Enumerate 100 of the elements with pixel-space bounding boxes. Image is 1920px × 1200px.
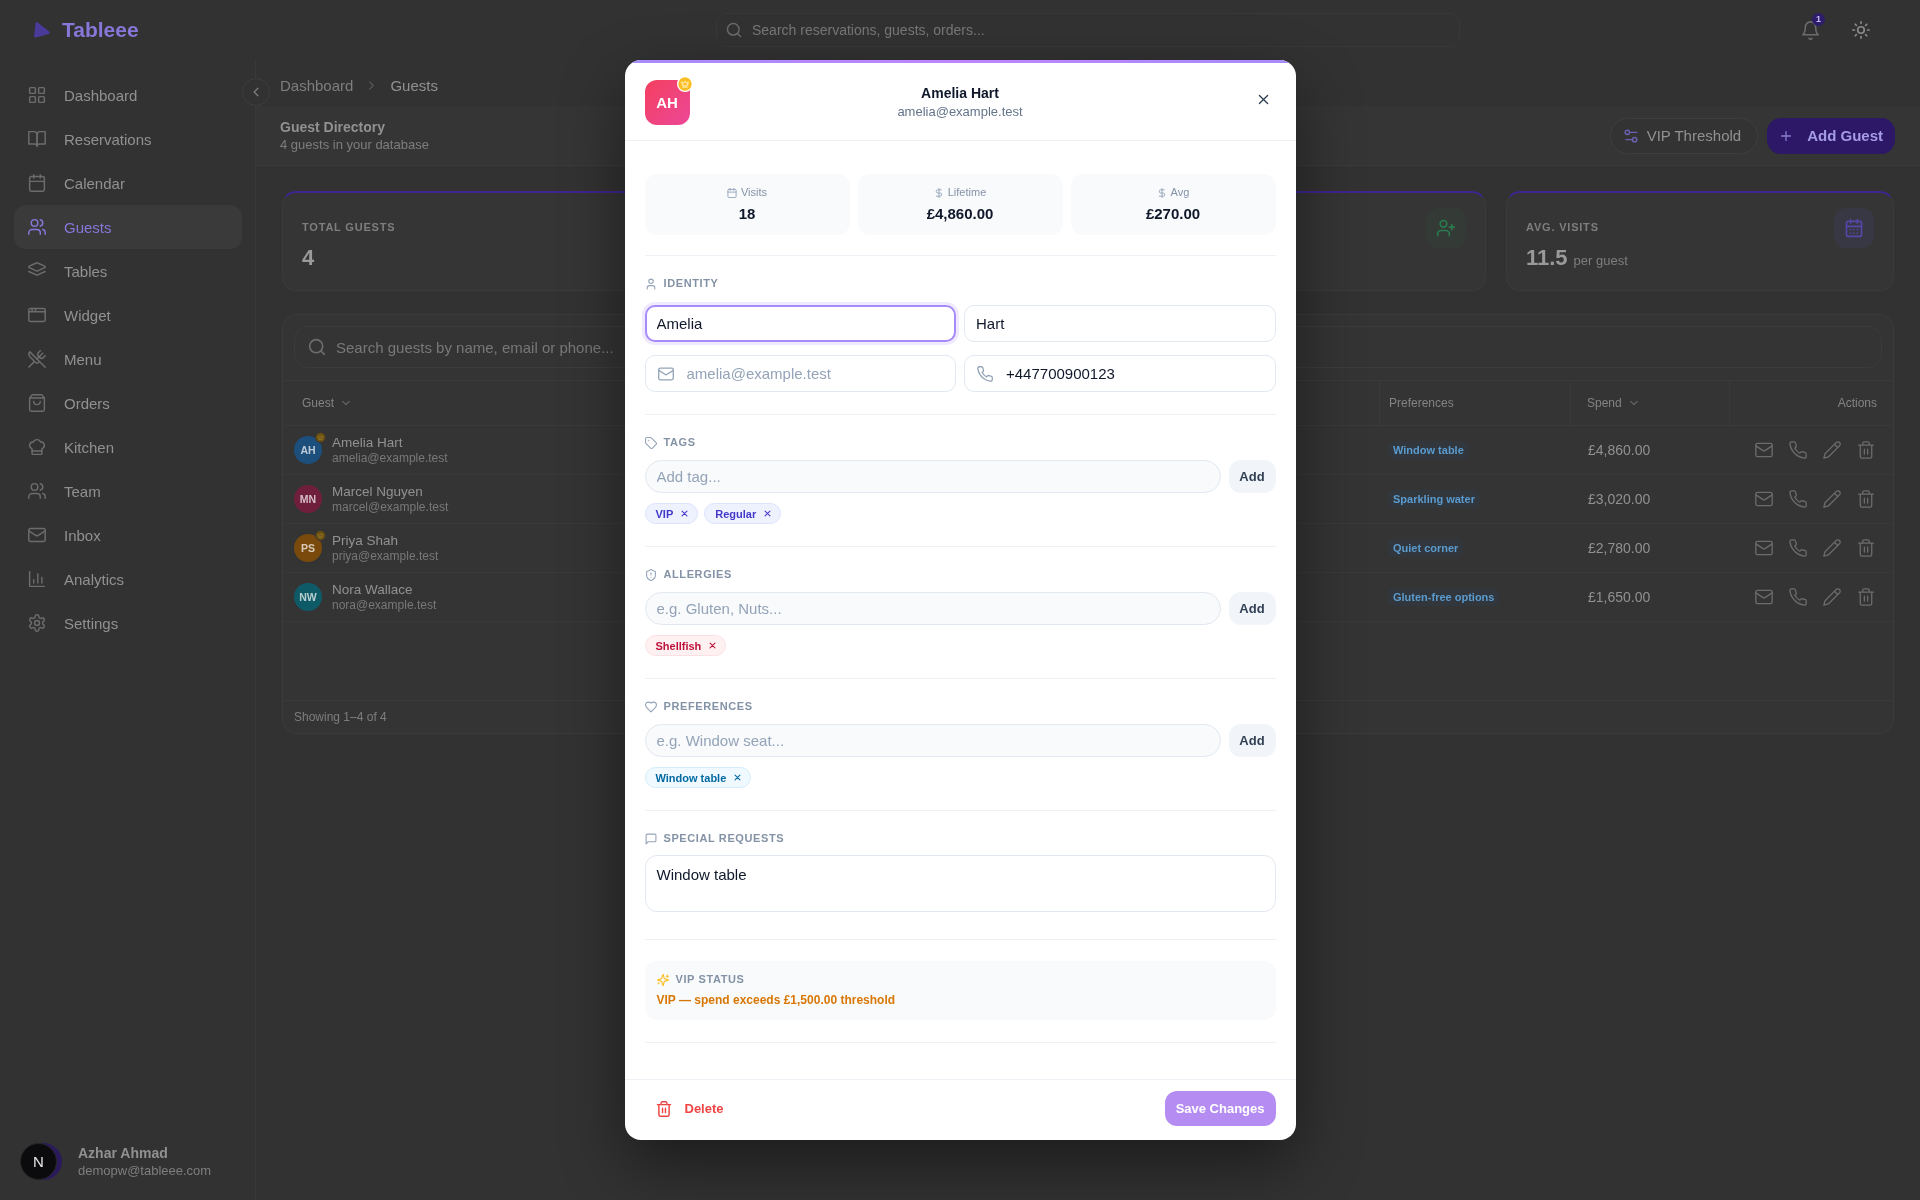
calendar-icon (28, 174, 46, 192)
sidebar-item[interactable]: Tables (14, 249, 242, 293)
trash-icon (1857, 588, 1875, 606)
search-field[interactable]: Search reservations, guests, orders... (716, 13, 1460, 47)
column-header[interactable]: Guest (302, 396, 352, 410)
stat-value: £4,860.00 (926, 205, 994, 223)
call-button[interactable] (1789, 490, 1807, 508)
breadcrumb-link[interactable]: Dashboard (280, 76, 354, 94)
add-button[interactable]: Add (1228, 460, 1276, 493)
stat-value: 11.5 (1526, 244, 1568, 272)
sun-icon (1852, 21, 1870, 39)
sparkles-icon (656, 973, 669, 986)
sidebar-item[interactable]: Calendar (14, 161, 242, 205)
stat-unit: per guest (1573, 253, 1628, 268)
email-button[interactable] (1755, 490, 1773, 508)
pencil-icon (1823, 441, 1841, 459)
text-area[interactable]: Window table (644, 855, 1276, 912)
utensils-icon (28, 350, 46, 368)
sidebar-item[interactable]: Orders (14, 381, 242, 425)
email-button[interactable] (1755, 441, 1773, 459)
preference-tag: Quiet corner (1388, 539, 1464, 557)
delete-button[interactable] (1857, 539, 1875, 557)
spend-amount: £1,650.00 (1587, 589, 1651, 605)
add-guest-button[interactable]: Add Guest (1767, 117, 1895, 154)
guest-email: nora@example.test (332, 598, 437, 612)
stat-value: 18 (738, 205, 756, 223)
avatar: MN (294, 485, 322, 513)
notification-count: 1 (1812, 13, 1825, 26)
sidebar-item[interactable]: Team (14, 469, 242, 513)
tag-label: Regular (715, 507, 757, 520)
stat-value: £270.00 (1145, 205, 1201, 223)
trash-icon (1857, 441, 1875, 459)
column-header: Preferences (1389, 396, 1454, 410)
status-message: VIP — spend exceeds £1,500.00 threshold (656, 993, 897, 1008)
sidebar-item[interactable]: Dashboard (14, 73, 242, 117)
user-plus-icon (1426, 208, 1466, 248)
phone-icon (1789, 588, 1807, 606)
section-title: PREFERENCES (663, 700, 753, 713)
pencil-icon (1823, 490, 1841, 508)
remove-icon[interactable] (708, 641, 718, 650)
section-title: IDENTITY (663, 277, 719, 290)
sidebar-item[interactable]: Settings (14, 601, 242, 645)
sidebar-item[interactable]: Widget (14, 293, 242, 337)
email-field[interactable]: amelia@example.test (644, 355, 956, 392)
stat-label: AVG. VISITS (1526, 220, 1600, 234)
input-field[interactable]: Hart (964, 305, 1276, 342)
guest-name: Nora Wallace (332, 582, 414, 598)
column-header[interactable]: Spend (1587, 396, 1640, 410)
remove-icon[interactable] (763, 509, 773, 518)
tag-label: Window table (655, 771, 727, 784)
delete-button[interactable] (1857, 490, 1875, 508)
sidebar-item[interactable]: Reservations (14, 117, 242, 161)
input-field[interactable]: Add tag... (644, 460, 1221, 493)
notification-button[interactable]: 1 (1792, 12, 1828, 48)
input-field[interactable]: e.g. Window seat... (644, 724, 1221, 757)
sidebar-item[interactable]: Inbox (14, 513, 242, 557)
stat-label: Visits (740, 186, 768, 199)
phone-icon (1789, 490, 1807, 508)
calendar-icon (1834, 208, 1874, 248)
dollar-icon (1156, 187, 1167, 198)
trash-icon (1857, 539, 1875, 557)
sidebar-item[interactable]: Guests (14, 205, 242, 249)
sliders-icon (1622, 127, 1639, 144)
guest-email: amelia@example.test (332, 451, 448, 465)
email-button[interactable] (1755, 588, 1773, 606)
delete-button[interactable] (1857, 588, 1875, 606)
delete-button[interactable]: Delete (644, 1092, 735, 1125)
preference-tag: Gluten-free options (1388, 588, 1500, 606)
page-title: Guest Directory (280, 117, 387, 136)
spend-amount: £4,860.00 (1587, 442, 1651, 458)
edit-button[interactable] (1823, 588, 1841, 606)
email-button[interactable] (1755, 539, 1773, 557)
sidebar-item[interactable]: Menu (14, 337, 242, 381)
user-email: demopw@tableee.com (78, 1161, 212, 1180)
delete-button[interactable] (1857, 441, 1875, 459)
edit-button[interactable] (1823, 441, 1841, 459)
collapse-button[interactable] (242, 78, 270, 106)
pagination-summary: Showing 1–4 of 4 (294, 710, 387, 724)
remove-icon[interactable] (733, 773, 743, 782)
vip-threshold-button[interactable]: VIP Threshold (1609, 117, 1759, 154)
pencil-icon (1823, 539, 1841, 557)
phone-field[interactable]: +447700900123 (964, 355, 1276, 392)
bar-chart-icon (28, 570, 46, 588)
edit-button[interactable] (1823, 490, 1841, 508)
remove-icon[interactable] (680, 509, 690, 518)
edit-button[interactable] (1823, 539, 1841, 557)
add-button[interactable]: Add (1228, 592, 1276, 625)
tag-label: VIP (655, 507, 674, 520)
input-field[interactable]: Amelia (644, 305, 956, 342)
call-button[interactable] (1789, 441, 1807, 459)
sidebar-item[interactable]: Analytics (14, 557, 242, 601)
sidebar-item[interactable]: Kitchen (14, 425, 242, 469)
call-button[interactable] (1789, 588, 1807, 606)
phone-icon (1789, 441, 1807, 459)
pencil-icon (1823, 588, 1841, 606)
preference-tag: Sparkling water (1388, 490, 1480, 508)
add-button[interactable]: Add (1228, 724, 1276, 757)
input-field[interactable]: e.g. Gluten, Nuts... (644, 592, 1221, 625)
shield-icon (644, 568, 657, 581)
call-button[interactable] (1789, 539, 1807, 557)
